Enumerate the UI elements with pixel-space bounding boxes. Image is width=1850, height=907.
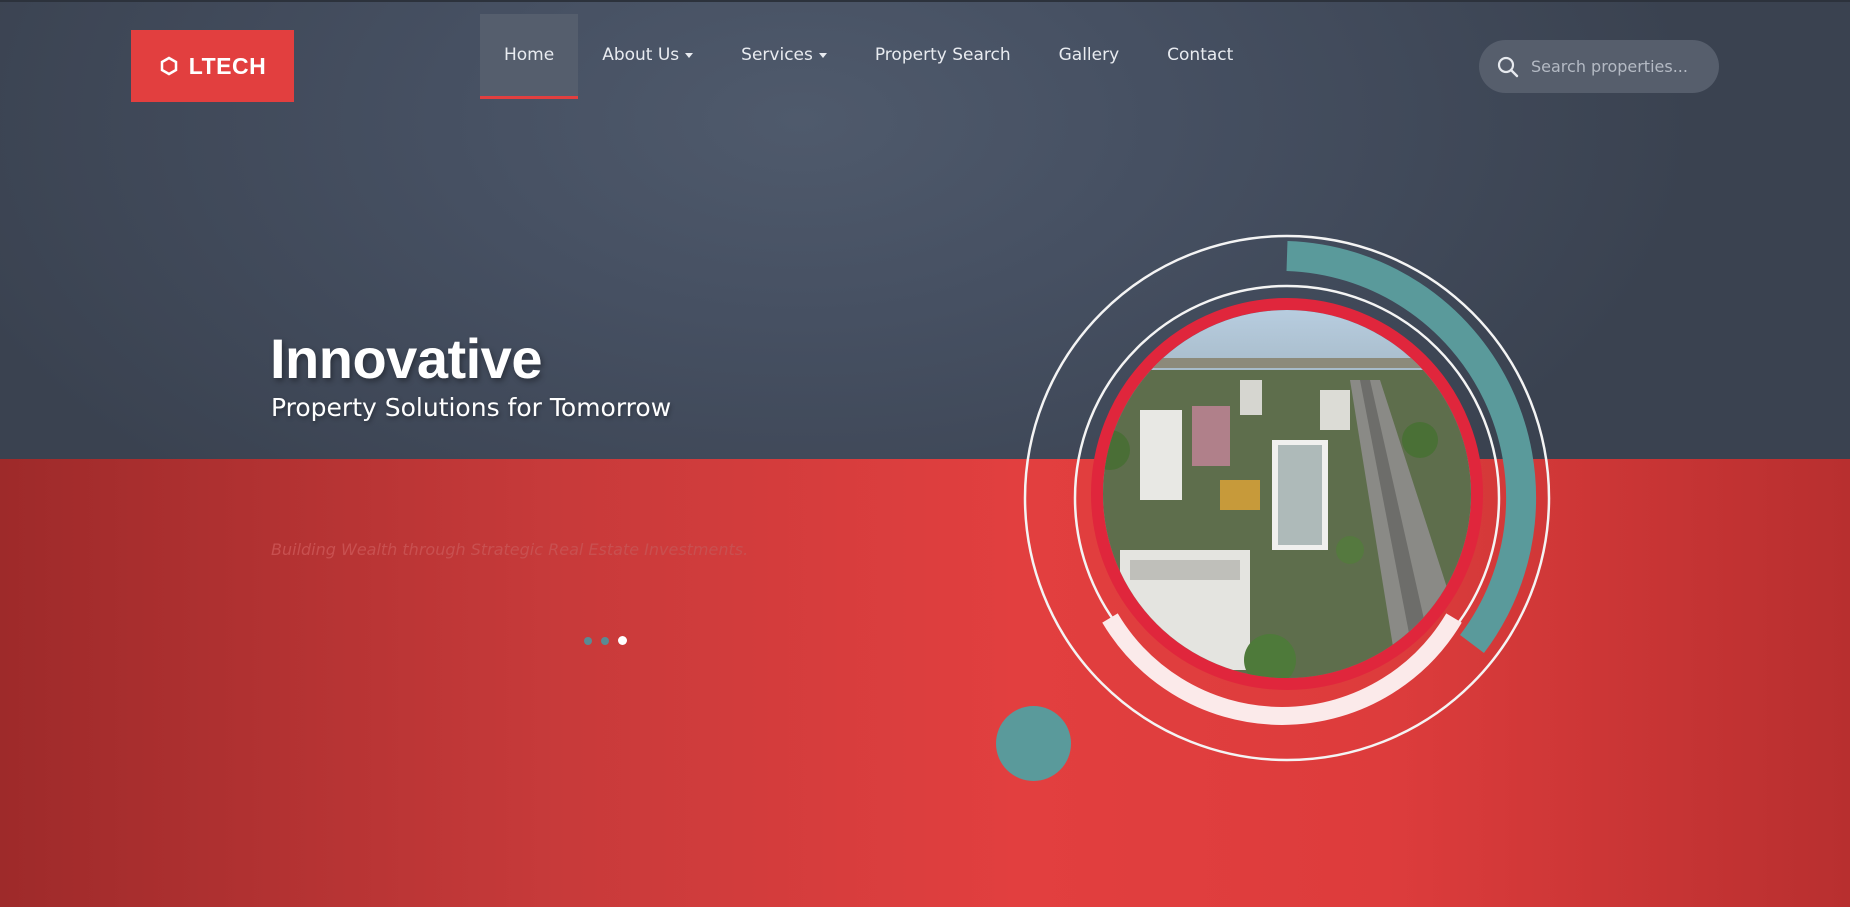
brand-name: LTECH (188, 52, 267, 79)
top-border (0, 0, 1850, 2)
search-bar[interactable] (1479, 40, 1719, 93)
search-icon (1497, 56, 1519, 77)
nav-home[interactable]: Home (480, 14, 579, 99)
nav-gallery-label: Gallery (1058, 45, 1120, 65)
slider-dot-active[interactable] (618, 636, 627, 645)
slider-dots (584, 636, 627, 645)
main-nav: Home About Us Services Property Search G… (480, 14, 1257, 99)
nav-services[interactable]: Services (717, 14, 851, 99)
nav-gallery[interactable]: Gallery (1035, 14, 1144, 99)
chevron-down-icon (818, 53, 827, 58)
slider-dot[interactable] (584, 636, 592, 645)
nav-contact-label: Contact (1167, 45, 1234, 65)
hexagon-icon (160, 56, 178, 76)
hero-title: Innovative (270, 327, 542, 390)
hero-graphic (1023, 234, 1551, 762)
nav-about-us[interactable]: About Us (578, 14, 717, 99)
brand-logo[interactable]: LTECH (131, 30, 294, 102)
nav-about-us-label: About Us (602, 45, 680, 65)
nav-services-label: Services (741, 45, 813, 65)
slider-dot[interactable] (601, 636, 609, 645)
hero-subtitle: Property Solutions for Tomorrow (271, 393, 672, 422)
nav-property-search[interactable]: Property Search (851, 14, 1035, 99)
nav-contact[interactable]: Contact (1143, 14, 1257, 99)
decorative-teal-circle (996, 706, 1071, 781)
nav-property-search-label: Property Search (874, 45, 1011, 65)
hero-tagline: Building Wealth through Strategic Real E… (271, 540, 749, 559)
chevron-down-icon (685, 53, 694, 58)
search-input[interactable] (1531, 57, 1701, 76)
nav-home-label: Home (504, 45, 555, 65)
